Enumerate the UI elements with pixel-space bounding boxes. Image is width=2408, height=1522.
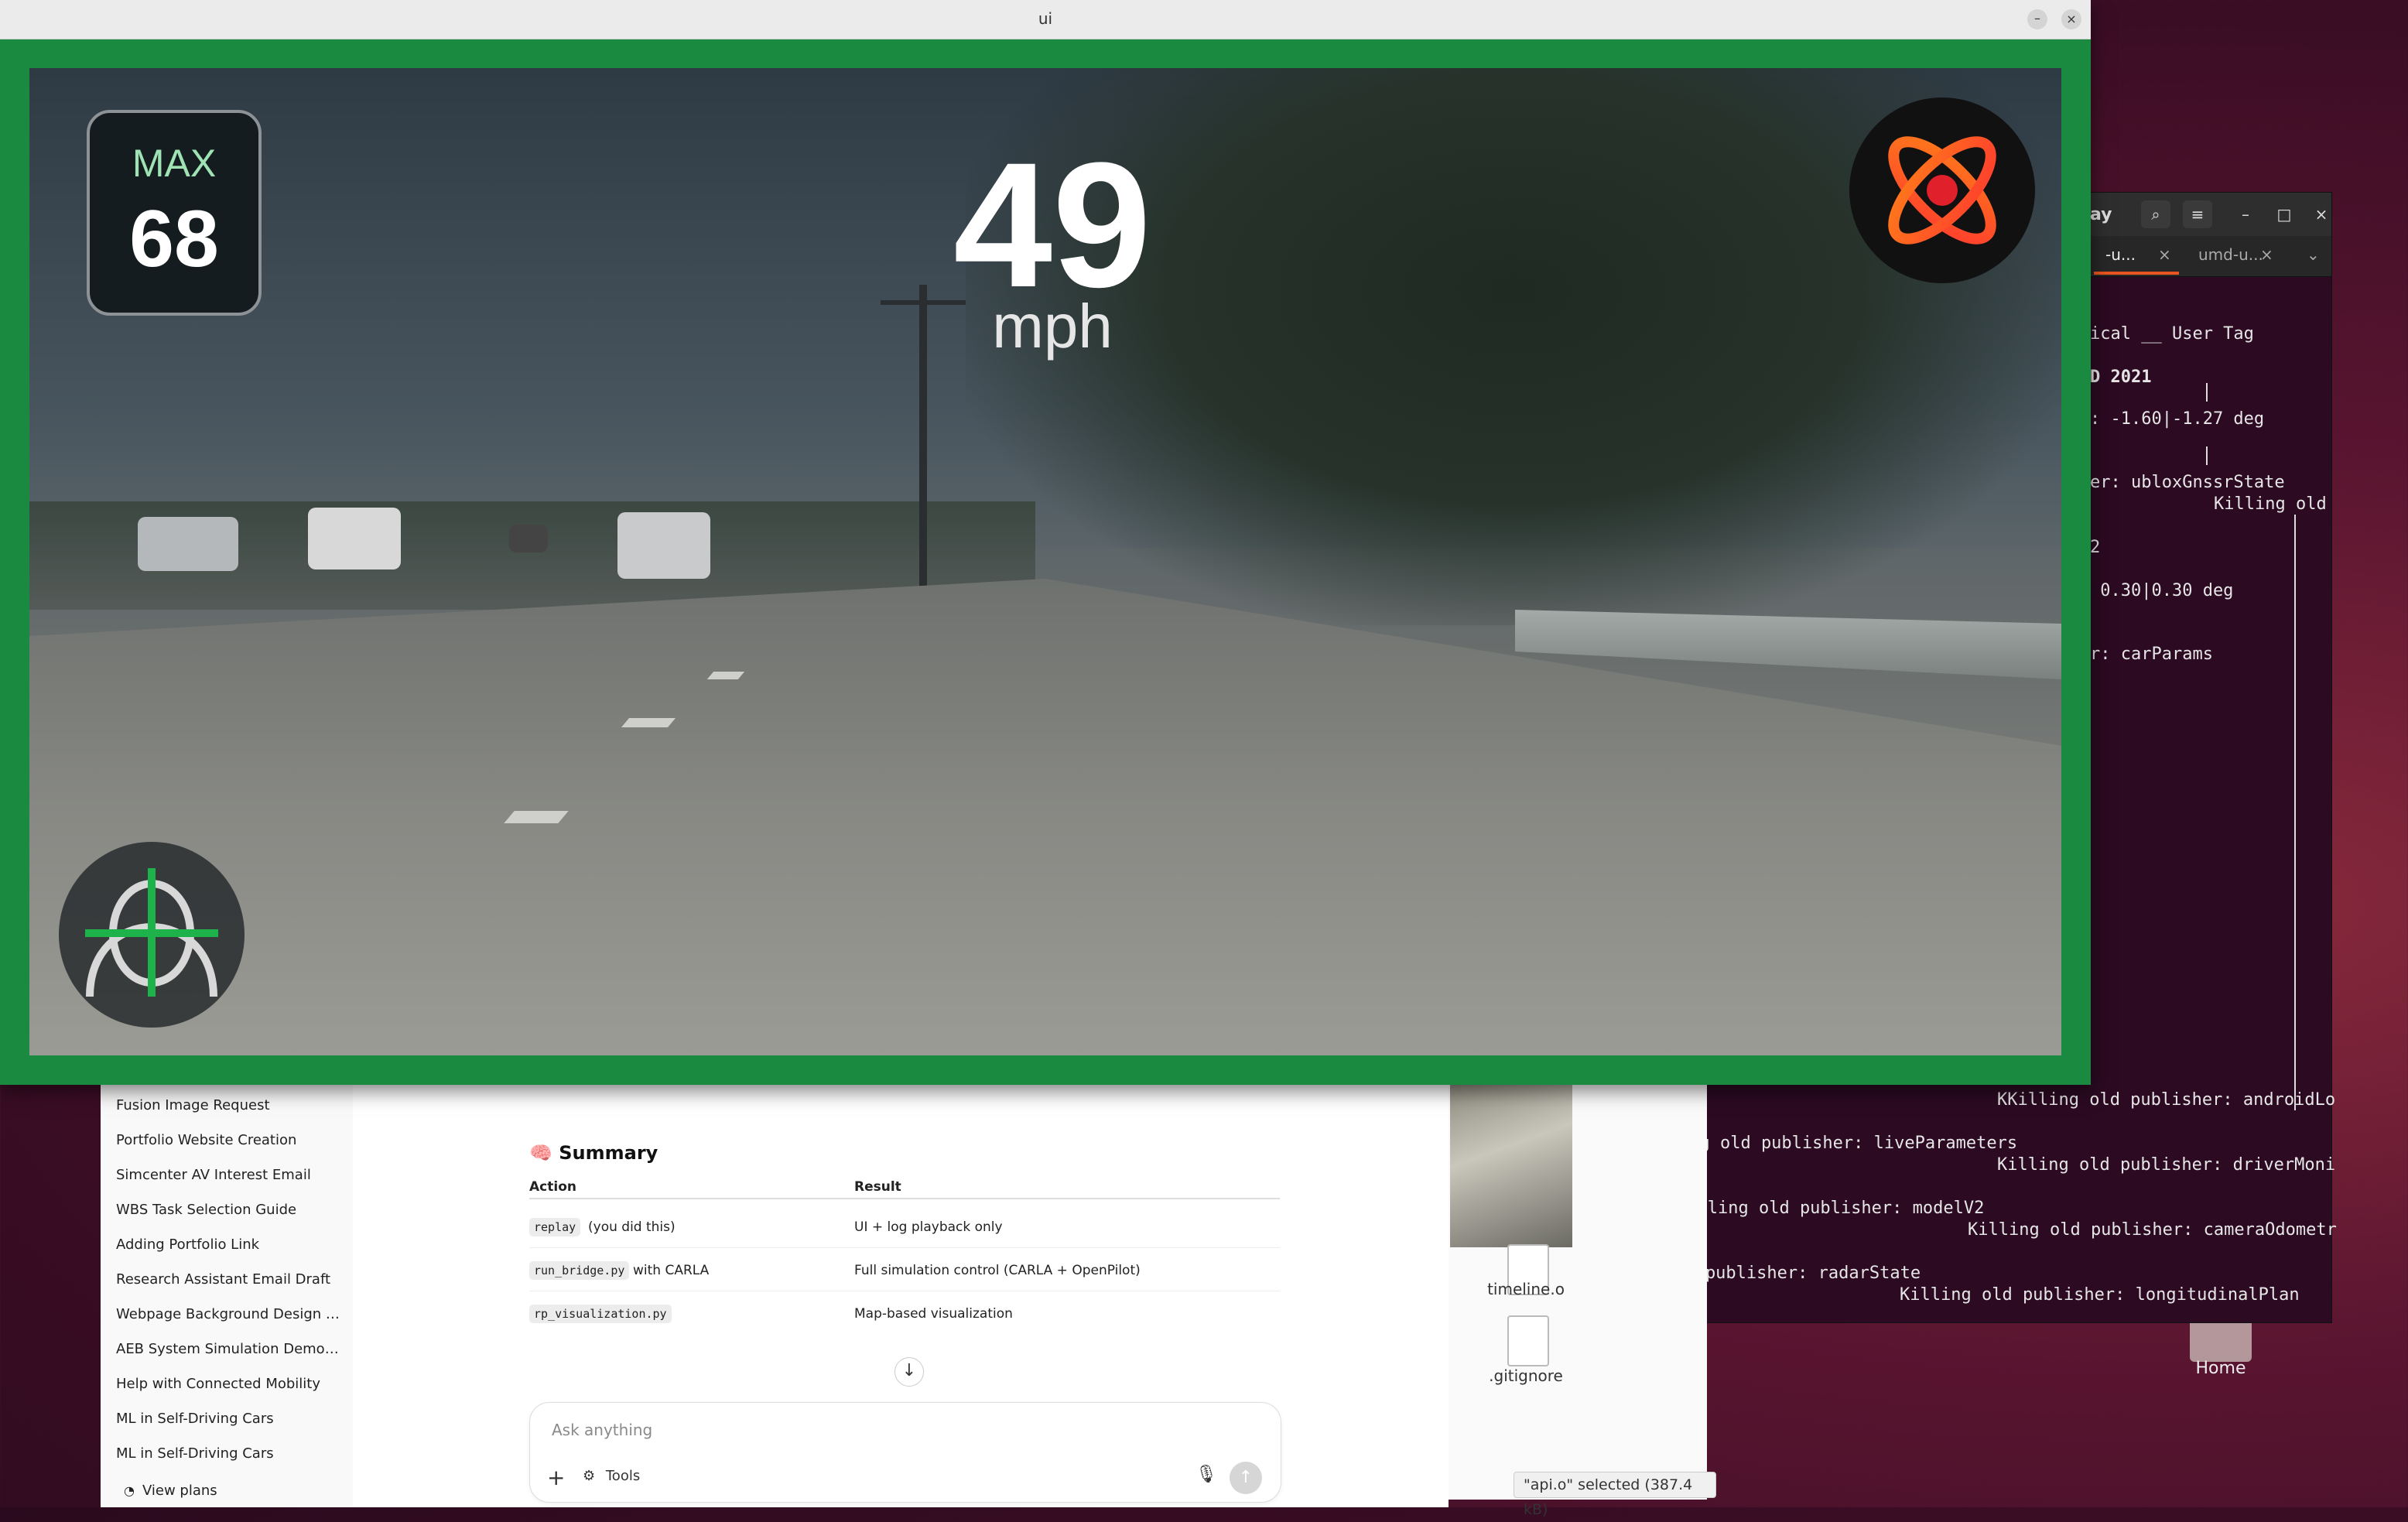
close-button[interactable]: ×: [2061, 9, 2081, 29]
lane-marking: [504, 811, 569, 823]
chat-input[interactable]: [550, 1420, 1219, 1440]
summary-heading: 🧠 Summary: [529, 1142, 658, 1164]
terminal-line: D 2021: [2090, 368, 2152, 387]
terminal-line: Killing old: [2214, 494, 2327, 514]
vehicle: [138, 517, 238, 571]
driver-face-icon: [85, 868, 218, 997]
plans-icon: ◔: [124, 1483, 135, 1498]
sidebar-item-chat[interactable]: WBS Task Selection Guide: [116, 1202, 340, 1218]
add-attachment-button[interactable]: +: [547, 1465, 565, 1490]
lane-marking: [621, 718, 676, 727]
table-row-action-code: replay: [529, 1218, 581, 1236]
max-speed-value: 68: [129, 194, 219, 284]
file-label[interactable]: .gitignore: [1479, 1366, 1572, 1385]
close-icon[interactable]: ×: [2260, 245, 2273, 264]
atom-icon: [1888, 136, 1996, 245]
chat-window[interactable]: Fusion Image Request Portfolio Website C…: [101, 1076, 1449, 1507]
row-divider: [529, 1247, 1280, 1248]
file-icon[interactable]: [1507, 1315, 1549, 1366]
file-label[interactable]: timeline.o: [1479, 1280, 1572, 1298]
view-plans-link[interactable]: ◔ View plans: [124, 1483, 217, 1499]
table-row-action-suffix: (you did this): [588, 1219, 676, 1235]
sliders-icon: ⚙: [583, 1468, 596, 1484]
table-row-action-code: run_bridge.py: [529, 1261, 630, 1280]
driver-monitoring-icon: [59, 842, 245, 1028]
openpilot-ui-window[interactable]: ui – × MAX 68 49 mph: [0, 0, 2091, 1085]
view-plans-label: View plans: [142, 1483, 217, 1499]
sidebar-item-chat[interactable]: Adding Portfolio Link: [116, 1236, 340, 1253]
vehicle: [308, 508, 401, 569]
openpilot-engage-icon[interactable]: [1849, 97, 2035, 283]
max-speed-label: MAX: [132, 142, 217, 185]
max-speed-indicator: MAX 68: [87, 110, 262, 316]
terminal-line: Killing old publisher: longitudinalPlan: [1900, 1285, 2300, 1305]
table-row-action-code: rp_visualization.py: [529, 1305, 672, 1323]
terminal-line: : -1.60|-1.27 deg: [2090, 409, 2265, 429]
column-header-action: Action: [529, 1179, 576, 1195]
home-folder-label: Home: [2195, 1359, 2246, 1378]
vehicle: [509, 525, 548, 552]
terminal-title: ay: [2090, 205, 2112, 224]
terminal-tab-1[interactable]: -u...: [2105, 245, 2136, 264]
sidebar-item-chat[interactable]: ML in Self-Driving Cars: [116, 1445, 340, 1462]
sidebar-item-chat[interactable]: AEB System Simulation Demonst...: [116, 1341, 340, 1357]
sidebar-item-chat[interactable]: Research Assistant Email Draft: [116, 1271, 340, 1288]
terminal-tab-2[interactable]: umd-u...: [2198, 245, 2263, 264]
chat-sidebar: Fusion Image Request Portfolio Website C…: [101, 1076, 353, 1507]
lane-marking: [706, 672, 745, 679]
tree-line: [2294, 515, 2296, 1110]
ui-window-titlebar[interactable]: ui – ×: [0, 0, 2091, 39]
speed-unit: mph: [992, 292, 1113, 361]
search-icon[interactable]: ⌕: [2141, 200, 2170, 228]
table-row-result: Map-based visualization: [854, 1306, 1013, 1322]
close-icon[interactable]: ×: [2307, 200, 2336, 228]
active-tab-indicator: [2094, 272, 2179, 275]
table-row-result: UI + log playback only: [854, 1219, 1003, 1235]
minimize-icon[interactable]: –: [2231, 200, 2260, 228]
selection-status: "api.o" selected (387.4 kB): [1514, 1472, 1716, 1518]
terminal-line: Killing old publisher: modelV2: [1677, 1199, 1985, 1218]
send-button[interactable]: ↑: [1230, 1462, 1262, 1494]
terminal-line: Killing old publisher: cameraOdometr: [1968, 1220, 2337, 1240]
table-row-action-suffix: with CARLA: [633, 1263, 710, 1278]
terminal-line: 0.30|0.30 deg: [2090, 581, 2234, 600]
sidebar-item-chat[interactable]: Help with Connected Mobility: [116, 1376, 340, 1392]
terminal-line: KKilling old publisher: androidLo: [1997, 1090, 2336, 1110]
tree-line: [2206, 383, 2208, 402]
terminal-line: r: carParams: [2090, 645, 2213, 664]
sidebar-item-chat[interactable]: Portfolio Website Creation: [116, 1132, 340, 1148]
ui-window-title: ui: [1038, 9, 1053, 28]
microphone-button[interactable]: 🎙: [1195, 1465, 1217, 1484]
sidebar-item-chat[interactable]: ML in Self-Driving Cars: [116, 1411, 340, 1427]
sidebar-item-chat[interactable]: Simcenter AV Interest Email: [116, 1167, 340, 1183]
tools-button[interactable]: ⚙ Tools: [583, 1468, 640, 1484]
tree-line: [2206, 446, 2208, 465]
image-thumbnail[interactable]: [1450, 1085, 1572, 1247]
camera-view: MAX 68 49 mph: [29, 68, 2061, 1055]
sidebar-item-chat[interactable]: Webpage Background Design Re...: [116, 1306, 340, 1322]
scroll-down-button[interactable]: ↓: [894, 1357, 924, 1387]
table-row-result: Full simulation control (CARLA + OpenPil…: [854, 1263, 1141, 1278]
chevron-down-icon[interactable]: ⌄: [2307, 245, 2320, 264]
terminal-line: Killing old publisher: driverMoni: [1997, 1155, 2336, 1175]
close-icon[interactable]: ×: [2158, 245, 2171, 264]
menu-icon[interactable]: ≡: [2183, 200, 2212, 228]
chat-composer[interactable]: + ⚙ Tools 🎙 ↑: [529, 1402, 1281, 1503]
column-header-result: Result: [854, 1179, 901, 1195]
terminal-line: er: ubloxGnssrState: [2090, 473, 2285, 492]
tools-label: Tools: [605, 1468, 641, 1484]
minimize-button[interactable]: –: [2027, 9, 2047, 29]
table-header-divider: [529, 1198, 1280, 1199]
sidebar-item-chat[interactable]: Fusion Image Request: [116, 1097, 340, 1113]
terminal-line: ical __ User Tag: [2090, 324, 2254, 344]
maximize-icon[interactable]: □: [2269, 200, 2299, 228]
terminal-line: 2: [2090, 538, 2101, 557]
vehicle: [617, 512, 710, 579]
current-speed: 49: [953, 125, 1151, 324]
